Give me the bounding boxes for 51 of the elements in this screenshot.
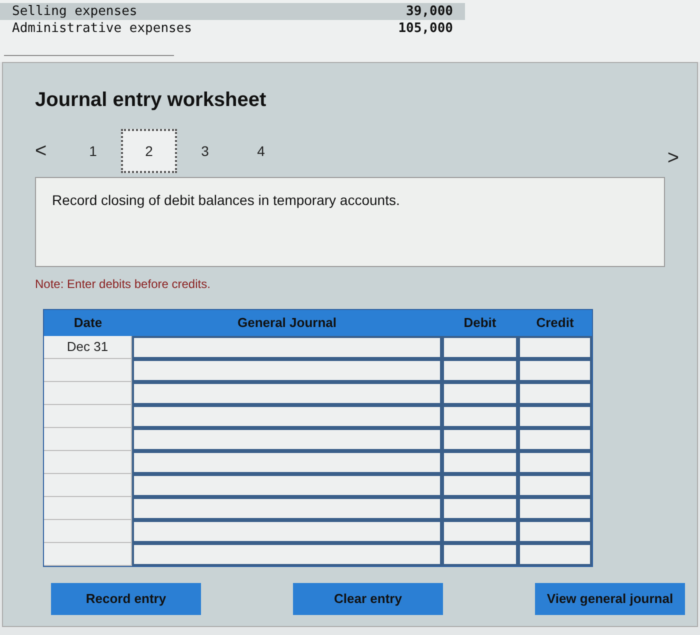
statement-amount: 39,000 bbox=[406, 3, 453, 20]
note-text: Note: Enter debits before credits. bbox=[35, 276, 212, 293]
account-field[interactable] bbox=[132, 497, 442, 520]
column-header: Debit bbox=[462, 314, 498, 332]
debit-field[interactable] bbox=[442, 382, 518, 405]
account-field[interactable] bbox=[132, 405, 442, 428]
debit-field[interactable] bbox=[442, 474, 518, 497]
column-header: Credit bbox=[535, 314, 575, 332]
step-tab[interactable]: 3 bbox=[177, 129, 233, 173]
account-field[interactable] bbox=[132, 336, 442, 359]
account-field[interactable] bbox=[132, 474, 442, 497]
column-header: Date bbox=[72, 314, 104, 332]
credit-field[interactable] bbox=[518, 359, 592, 382]
debit-field[interactable] bbox=[442, 336, 518, 359]
statement-label: Selling expenses bbox=[12, 3, 138, 20]
credit-field[interactable] bbox=[518, 451, 592, 474]
step-tab[interactable]: 2 bbox=[121, 129, 177, 173]
debit-field[interactable] bbox=[442, 451, 518, 474]
credit-field[interactable] bbox=[518, 474, 592, 497]
worksheet-title: Journal entry worksheet bbox=[35, 88, 268, 113]
column-header: General Journal bbox=[236, 314, 338, 332]
step-tab[interactable]: 4 bbox=[233, 129, 289, 173]
credit-field[interactable] bbox=[518, 543, 592, 566]
next-button[interactable]: > bbox=[667, 143, 679, 173]
account-field[interactable] bbox=[132, 451, 442, 474]
credit-field[interactable] bbox=[518, 405, 592, 428]
credit-field[interactable] bbox=[518, 382, 592, 405]
credit-field[interactable] bbox=[518, 336, 592, 359]
account-field[interactable] bbox=[132, 543, 442, 566]
action-button[interactable]: View general journal bbox=[535, 583, 685, 615]
debit-field[interactable] bbox=[442, 428, 518, 451]
statement-label: Administrative expenses bbox=[12, 20, 192, 37]
date-cell: Dec 31 bbox=[44, 336, 132, 359]
debit-field[interactable] bbox=[442, 543, 518, 566]
debit-field[interactable] bbox=[442, 359, 518, 382]
credit-field[interactable] bbox=[518, 428, 592, 451]
action-button[interactable]: Clear entry bbox=[293, 583, 443, 615]
statement-amount: 105,000 bbox=[398, 20, 453, 37]
credit-field[interactable] bbox=[518, 520, 592, 543]
debit-field[interactable] bbox=[442, 497, 518, 520]
debit-field[interactable] bbox=[442, 520, 518, 543]
instruction-text: Record closing of debit balances in temporary accounts. bbox=[52, 191, 401, 210]
step-tab[interactable]: 1 bbox=[65, 129, 121, 173]
previous-button[interactable]: < bbox=[35, 136, 65, 166]
action-button[interactable]: Record entry bbox=[51, 583, 201, 615]
debit-field[interactable] bbox=[442, 405, 518, 428]
credit-field[interactable] bbox=[518, 497, 592, 520]
account-field[interactable] bbox=[132, 520, 442, 543]
account-field[interactable] bbox=[132, 428, 442, 451]
account-field[interactable] bbox=[132, 359, 442, 382]
account-field[interactable] bbox=[132, 382, 442, 405]
